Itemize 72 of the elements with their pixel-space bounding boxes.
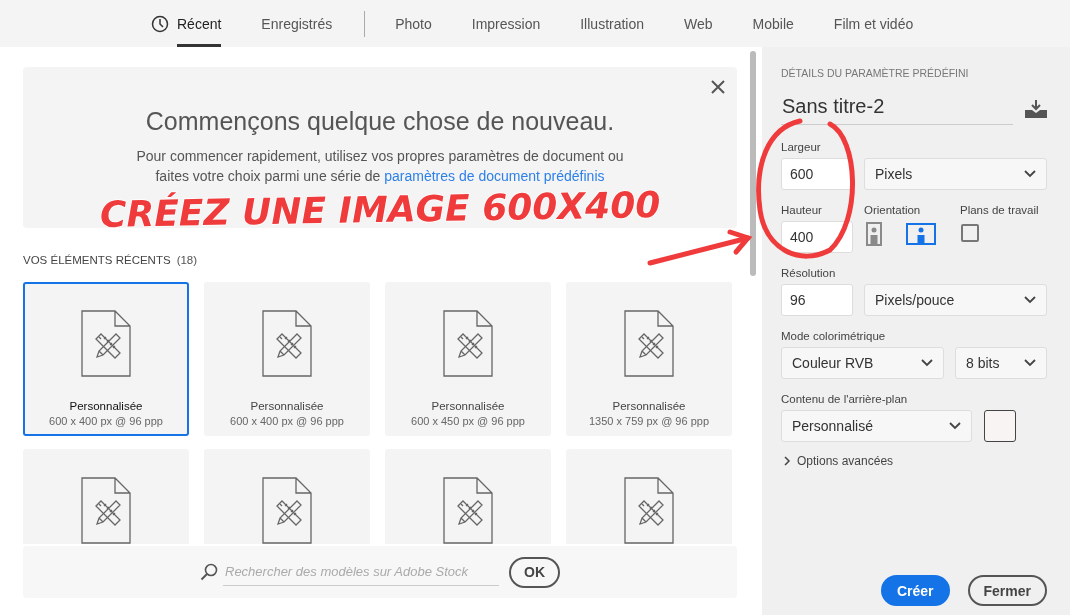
tab[interactable]: Récent <box>177 0 222 47</box>
tab[interactable]: Web <box>684 0 713 47</box>
field-label: Largeur <box>781 141 822 153</box>
create-button[interactable]: Créer <box>880 575 950 606</box>
field-label: Hauteur <box>781 204 823 216</box>
tab[interactable]: Mobile <box>752 0 794 47</box>
field-label: Orientation <box>864 204 922 216</box>
close-icon[interactable] <box>711 80 725 94</box>
tab[interactable]: Illustration <box>580 0 645 47</box>
tab[interactable]: Film et vidéo <box>833 0 914 47</box>
card-size: 1350 x 759 px @ 96 ppp <box>588 415 709 427</box>
chevron-down-icon <box>921 359 933 367</box>
chevron-down-icon <box>949 422 961 430</box>
tab[interactable]: Impression <box>471 0 541 47</box>
item-count: (18) <box>176 254 198 266</box>
download-icon[interactable] <box>1025 100 1047 118</box>
advanced-options-toggle[interactable]: Options avancées <box>797 454 894 468</box>
document-icon <box>81 310 131 377</box>
chevron-down-icon <box>1024 359 1036 367</box>
search-icon <box>200 563 218 581</box>
presets-link[interactable]: paramètres de document prédéfinis <box>384 168 605 184</box>
tab[interactable]: Photo <box>395 0 432 47</box>
close-button[interactable]: Fermer <box>967 575 1047 606</box>
number-field[interactable]: 96 <box>781 284 853 316</box>
document-icon <box>624 310 674 377</box>
ok-button[interactable]: OK <box>509 556 560 588</box>
dropdown[interactable]: Personnalisé <box>781 410 972 442</box>
chevron-down-icon <box>1024 296 1036 304</box>
document-card[interactable]: Personnalisée 600 x 450 px @ 96 ppp <box>385 282 551 436</box>
document-icon <box>624 477 674 544</box>
banner-text: Pour commencer rapidement, utilisez vos propres paramètres de document ou faites votre choix parmi une série de paramètres de document prédéfinis <box>135 147 625 186</box>
document-icon <box>443 477 493 544</box>
tab[interactable]: Enregistrés <box>261 0 333 47</box>
card-title: Personnalisée <box>612 400 686 412</box>
field-label: Résolution <box>781 267 837 279</box>
number-field[interactable]: 600 <box>781 158 853 190</box>
chevron-down-icon <box>1024 170 1036 178</box>
card-title: Personnalisée <box>250 400 324 412</box>
card-size: 600 x 400 px @ 96 ppp <box>230 415 344 427</box>
document-icon <box>262 477 312 544</box>
field-label: Contenu de l'arrière-plan <box>781 393 909 405</box>
document-card[interactable] <box>204 449 370 544</box>
document-icon <box>443 310 493 377</box>
banner-title: Commençons quelque chose de nouveau. <box>145 107 615 136</box>
card-title: Personnalisée <box>69 400 143 412</box>
panel-heading: DÉTAILS DU PARAMÈTRE PRÉDÉFINI <box>781 67 970 79</box>
document-icon <box>81 477 131 544</box>
field-label: Mode colorimétrique <box>781 330 887 342</box>
document-card[interactable]: Personnalisée 600 x 400 px @ 96 ppp <box>204 282 370 436</box>
card-size: 600 x 400 px @ 96 ppp <box>49 415 163 427</box>
section-heading: VOS ÉLÉMENTS RÉCENTS <box>23 254 171 266</box>
card-title: Personnalisée <box>431 400 505 412</box>
card-size: 600 x 450 px @ 96 ppp <box>411 415 525 427</box>
document-card[interactable]: Personnalisée 600 x 400 px @ 96 ppp <box>23 282 189 436</box>
search-field[interactable]: Rechercher des modèles sur Adobe Stock <box>223 558 499 586</box>
dropdown[interactable]: Pixels/pouce <box>864 284 1047 316</box>
document-card[interactable] <box>385 449 551 544</box>
document-card[interactable]: Personnalisée 1350 x 759 px @ 96 ppp <box>566 282 732 436</box>
dropdown[interactable]: Couleur RVB <box>781 347 944 379</box>
checkbox[interactable] <box>961 224 979 242</box>
landscape-orientation-icon[interactable] <box>906 223 936 245</box>
scrollbar[interactable] <box>750 51 756 276</box>
document-card[interactable] <box>566 449 732 544</box>
dropdown[interactable]: Pixels <box>864 158 1047 190</box>
color-swatch[interactable] <box>984 410 1016 442</box>
document-card[interactable] <box>23 449 189 544</box>
annotation-text: CRÉEZ UNE IMAGE 600X400 <box>99 184 661 235</box>
preset-name-field[interactable]: Sans titre-2 <box>781 93 1013 125</box>
document-icon <box>262 310 312 377</box>
field-label: Plans de travail <box>960 204 1039 216</box>
dropdown[interactable]: 8 bits <box>955 347 1047 379</box>
portrait-orientation-icon[interactable] <box>866 222 882 246</box>
